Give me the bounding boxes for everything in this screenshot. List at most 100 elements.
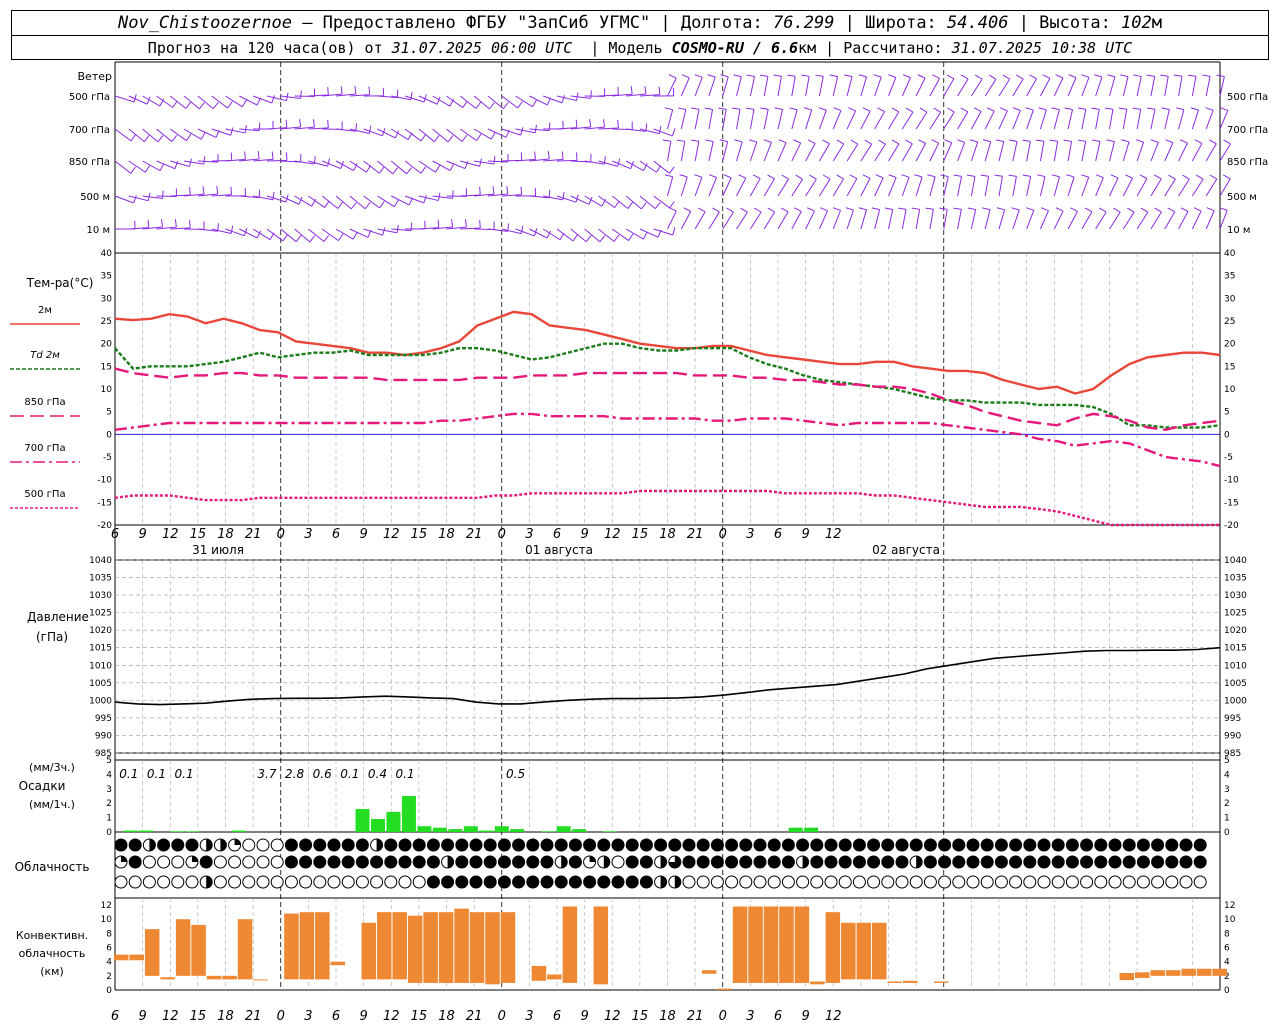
wind-barb-flag — [933, 107, 941, 113]
conv-bar — [732, 906, 748, 983]
wind-barb — [390, 160, 407, 175]
cloud-circle — [157, 855, 171, 869]
wind-barb-flag — [502, 102, 509, 110]
wind-barb-flag — [708, 174, 717, 178]
x-tick-label-bottom: 12 — [604, 1009, 621, 1024]
wind-barb-flag — [901, 174, 910, 178]
wind-barb-flag — [720, 74, 729, 78]
cloud-circle — [455, 875, 469, 889]
cloud-circle — [639, 855, 653, 869]
cloud-circle — [327, 855, 341, 869]
y-tick-pres: 1040 — [89, 556, 112, 566]
y-tick-right-pres: 1040 — [1224, 556, 1247, 566]
wind-barb-flag — [1209, 139, 1217, 145]
wind-barb-flag — [849, 174, 858, 180]
conv-bar — [562, 906, 578, 983]
wind-barb — [860, 209, 867, 230]
wind-barb-flag — [822, 139, 830, 145]
y-tick-right-pres: 1015 — [1224, 644, 1247, 654]
wind-barb — [349, 228, 369, 238]
cloud-circle — [1065, 855, 1079, 869]
wind-barb-flag — [617, 86, 619, 96]
wind-barb-flag — [878, 139, 886, 145]
y-tick-conv: 8 — [106, 929, 112, 939]
precip-bar — [448, 829, 463, 832]
wind-barb — [832, 76, 839, 97]
cloud-circle — [412, 855, 426, 869]
cloud-circle — [682, 838, 696, 852]
cloud-circle — [284, 855, 298, 869]
wind-barb — [1095, 141, 1101, 162]
wind-barb — [1150, 211, 1162, 230]
wind-barb — [418, 160, 436, 173]
cloud-fill — [220, 839, 227, 851]
wind-barb — [888, 77, 897, 97]
wind-barb-flag — [172, 100, 178, 108]
wind-barb — [1150, 76, 1156, 97]
cloud-circle — [1051, 855, 1065, 869]
wind-barb — [1178, 178, 1190, 197]
cloud-circle — [1136, 838, 1150, 852]
y-tick-right-temp: 30 — [1224, 294, 1236, 304]
wind-barb-flag — [352, 231, 358, 240]
cloud-circle — [881, 875, 895, 889]
y-tick-temp: 30 — [101, 294, 113, 304]
wind-barb-flag — [462, 100, 468, 108]
wind-barb — [749, 76, 756, 97]
wind-level-label: 850 гПа — [69, 157, 110, 168]
cloud-circle — [1023, 855, 1037, 869]
wind-barb — [142, 128, 159, 143]
wind-barb — [818, 210, 828, 230]
wind-level-label-right: 10 м — [1227, 225, 1250, 236]
y-tick-precip: 1 — [106, 814, 112, 824]
cloud-circle — [483, 838, 497, 852]
conv-bar — [779, 906, 794, 983]
conv-bar — [423, 912, 438, 983]
wind-barb — [749, 109, 755, 130]
cloud-circle — [966, 875, 980, 889]
y-tick-temp: 25 — [101, 317, 112, 327]
wind-barb-flag — [161, 190, 164, 199]
wind-barb — [874, 209, 881, 230]
wind-barb-flag — [1038, 107, 1047, 111]
wind-barb-flag — [493, 156, 496, 165]
wind-barb — [694, 211, 706, 230]
cloud-circle — [1051, 838, 1065, 852]
x-tick-label: 3 — [746, 527, 754, 542]
wind-barb-flag — [1154, 174, 1162, 180]
cloud-circle — [270, 875, 284, 889]
cloud-circle — [767, 855, 781, 869]
wind-barb — [114, 160, 132, 174]
wind-level-label-right: 700 гПа — [1227, 125, 1268, 136]
wind-barb-flag — [822, 174, 831, 180]
x-tick-label: 0 — [719, 527, 727, 542]
y-tick-pres: 1010 — [89, 661, 112, 671]
wind-barb-flag — [704, 107, 713, 110]
y-tick-temp: 15 — [101, 362, 112, 372]
wind-barb — [625, 195, 642, 210]
wind-barb — [128, 128, 145, 143]
y-tick-right-pres: 1025 — [1224, 609, 1247, 619]
wind-barb — [1122, 109, 1128, 130]
wind-barb — [183, 95, 200, 110]
wind-barb-flag — [174, 219, 177, 228]
wind-barb-flag — [1202, 74, 1211, 77]
wind-barb-flag — [299, 119, 302, 128]
x-tick-label: 9 — [580, 527, 588, 542]
wind-barb-flag — [864, 139, 872, 145]
y-tick-temp: 40 — [101, 249, 113, 259]
wind-barb-flag — [189, 187, 191, 196]
cloud-circle — [128, 838, 142, 852]
cloud-circle — [611, 875, 625, 889]
precip-bar — [463, 826, 478, 832]
wind-barb — [625, 160, 644, 172]
cloud-circle — [1122, 875, 1136, 889]
cloud-circle — [426, 838, 440, 852]
wind-barb — [1012, 141, 1018, 162]
x-tick-label-bottom: 3 — [304, 1009, 312, 1024]
conv-bar — [129, 954, 144, 961]
wind-barb-flag — [967, 174, 976, 177]
wind-barb — [1205, 210, 1215, 230]
wind-barb-flag — [589, 119, 592, 128]
wind-barb — [929, 142, 940, 162]
